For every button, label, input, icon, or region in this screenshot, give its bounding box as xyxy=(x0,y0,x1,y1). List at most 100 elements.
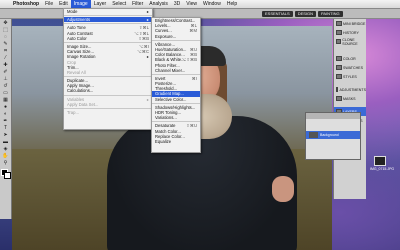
menu-view[interactable]: View xyxy=(183,0,200,8)
menu-item-label: Selective Color... xyxy=(155,96,187,102)
submenu-arrow-icon: ▸ xyxy=(146,17,149,23)
tools-panel: ✥ ⬚ ◌ ✎ ⌗ ⁄ ✚ ✐ ⊥ ↺ ▭ ▦ ● ◐ ✒ T ➤ ▬ ◈ ✋ … xyxy=(0,19,12,219)
adjustments-item-equalize[interactable]: Equalize xyxy=(152,139,200,144)
menu-image[interactable]: Image xyxy=(70,0,91,8)
menu-bar: Photoshop File Edit Image Layer Select F… xyxy=(0,0,400,9)
image-menu-item-calculations[interactable]: Calculations... xyxy=(64,88,152,93)
menu-separator xyxy=(64,94,152,96)
menu-window[interactable]: Window xyxy=(200,0,224,8)
workspace-painting[interactable]: PAINTING xyxy=(318,10,343,17)
panel-styles[interactable]: STYLES xyxy=(334,72,366,81)
menu-item-label: Exposure... xyxy=(155,33,177,39)
marquee-tool-icon[interactable]: ⬚ xyxy=(1,27,10,33)
panel-label: MINI BRIDGE xyxy=(343,21,366,26)
menu-filter[interactable]: Filter xyxy=(129,0,146,8)
zoom-tool-icon[interactable]: ⚲ xyxy=(1,160,10,166)
workspace-essentials[interactable]: ESSENTIALS xyxy=(262,10,293,17)
history-brush-tool-icon[interactable]: ↺ xyxy=(1,83,10,89)
styles-icon xyxy=(336,74,342,79)
menu-separator xyxy=(152,102,200,104)
menu-item-label: Apply Data Set... xyxy=(67,101,99,107)
menu-help[interactable]: Help xyxy=(224,0,240,8)
color-icon xyxy=(336,56,342,61)
pen-tool-icon[interactable]: ✒ xyxy=(1,118,10,124)
panel-label: MASKS xyxy=(343,96,356,101)
photo-hand xyxy=(272,176,294,202)
menu-item-label: Calculations... xyxy=(67,88,94,94)
background-color-swatch[interactable] xyxy=(4,172,11,179)
image-menu-item-mode[interactable]: Mode ▸ xyxy=(64,9,152,14)
panel-spacer xyxy=(334,46,366,54)
image-menu-item-adjustments[interactable]: Adjustments ▸ xyxy=(64,17,152,23)
menu-3d[interactable]: 3D xyxy=(171,0,183,8)
brush-tool-icon[interactable]: ✐ xyxy=(1,69,10,75)
menu-separator xyxy=(64,108,152,109)
adjustments-item-channel-mixer[interactable]: Channel Mixer... xyxy=(152,68,200,73)
masks-icon xyxy=(336,96,342,101)
workspace-design[interactable]: DESIGN xyxy=(294,10,317,17)
layer-thumbnail xyxy=(309,132,318,138)
desktop-file-label: IMG_0715.JPG xyxy=(370,167,395,171)
eraser-tool-icon[interactable]: ▭ xyxy=(1,90,10,96)
dodge-tool-icon[interactable]: ◐ xyxy=(1,111,10,117)
shape-tool-icon[interactable]: ▬ xyxy=(1,139,10,145)
menu-separator xyxy=(152,39,200,41)
panel-masks[interactable]: MASKS xyxy=(334,94,366,103)
layer-row-background[interactable]: Background xyxy=(306,131,360,139)
eyedropper-tool-icon[interactable]: ⁄ xyxy=(1,55,10,61)
image-menu-item-trap[interactable]: Trap... xyxy=(64,110,152,115)
3d-tool-icon[interactable]: ◈ xyxy=(1,146,10,152)
panel-mini-bridge[interactable]: MINI BRIDGE xyxy=(334,19,366,28)
type-tool-icon[interactable]: T xyxy=(1,125,10,131)
panel-clone-source[interactable]: CLONE SOURCE xyxy=(334,37,366,46)
menu-item-label: Variations... xyxy=(155,115,177,121)
menu-select[interactable]: Select xyxy=(109,0,129,8)
menu-separator xyxy=(152,73,200,75)
mini-bridge-icon xyxy=(336,21,342,26)
image-menu-item-apply-data-set[interactable]: Apply Data Set... xyxy=(64,102,152,107)
image-menu-item-reveal-all[interactable]: Reveal All xyxy=(64,70,152,75)
gradient-tool-icon[interactable]: ▦ xyxy=(1,97,10,103)
crop-tool-icon[interactable]: ⌗ xyxy=(1,48,10,54)
menu-item-label: Adjustments xyxy=(67,17,91,23)
workspace-switcher: ESSENTIALS DESIGN PAINTING xyxy=(262,9,343,18)
healing-tool-icon[interactable]: ✚ xyxy=(1,62,10,68)
panel-label: HISTORY xyxy=(343,30,359,35)
panel-swatches[interactable]: SWATCHES xyxy=(334,63,366,72)
menu-layer[interactable]: Layer xyxy=(91,0,110,8)
layers-panel: Background xyxy=(305,112,361,160)
menu-file[interactable]: File xyxy=(42,0,56,8)
panel-label: STYLES xyxy=(343,74,357,79)
image-menu-item-auto-color[interactable]: Auto Color ⇧⌘B xyxy=(64,36,152,41)
adjustments-item-variations[interactable]: Variations... xyxy=(152,115,200,120)
menu-edit[interactable]: Edit xyxy=(56,0,71,8)
menu-app-name[interactable]: Photoshop xyxy=(10,0,42,8)
submenu-arrow-icon: ▸ xyxy=(146,9,149,14)
path-select-tool-icon[interactable]: ➤ xyxy=(1,132,10,138)
image-menu-dropdown: Mode ▸ Adjustments ▸ Auto Tone ⇧⌘L Auto Contra… xyxy=(63,8,153,130)
menu-separator xyxy=(64,23,152,25)
menu-item-label: Equalize xyxy=(155,138,172,144)
quick-select-tool-icon[interactable]: ✎ xyxy=(1,41,10,47)
history-icon xyxy=(336,30,342,35)
blur-tool-icon[interactable]: ● xyxy=(1,104,10,110)
menu-separator xyxy=(152,121,200,123)
move-tool-icon[interactable]: ✥ xyxy=(1,20,10,26)
menu-analysis[interactable]: Analysis xyxy=(146,0,171,8)
desktop-file-icon[interactable]: IMG_0715.JPG xyxy=(370,156,395,171)
panel-adjustments[interactable]: ADJUSTMENTS xyxy=(334,85,366,94)
lasso-tool-icon[interactable]: ◌ xyxy=(1,34,10,40)
panel-label: ADJUSTMENTS xyxy=(339,87,366,92)
swatches-icon xyxy=(336,65,342,70)
clone-stamp-tool-icon[interactable]: ⊥ xyxy=(1,76,10,82)
image-file-icon xyxy=(374,156,386,166)
adjustments-item-selective-color[interactable]: Selective Color... xyxy=(152,97,200,102)
panel-label: CLONE SOURCE xyxy=(342,37,358,46)
menu-item-shortcut: ⇧⌘B xyxy=(138,35,150,41)
layer-name: Background xyxy=(320,133,339,137)
panel-history[interactable]: HISTORY xyxy=(334,28,366,37)
hand-tool-icon[interactable]: ✋ xyxy=(1,153,10,159)
adjustments-item-exposure[interactable]: Exposure... xyxy=(152,34,200,39)
menu-item-label: Trap... xyxy=(67,110,79,115)
panel-color[interactable]: COLOR xyxy=(334,54,366,63)
